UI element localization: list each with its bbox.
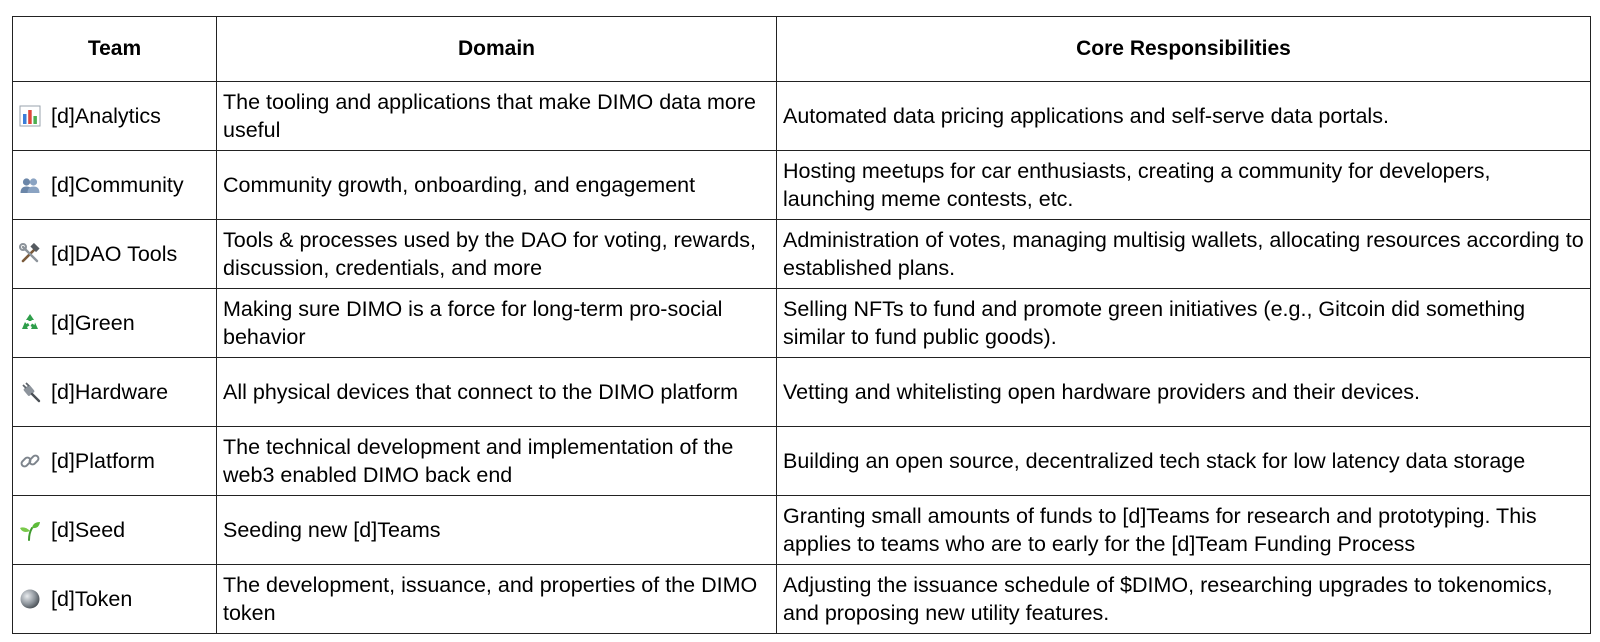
teams-table: Team Domain Core Responsibilities [d]Ana… — [12, 16, 1591, 634]
domain-cell: Tools & processes used by the DAO for vo… — [216, 219, 777, 289]
core-responsibilities-cell: Vetting and whitelisting open hardware p… — [776, 357, 1591, 427]
link-icon — [19, 450, 41, 472]
team-name: [d]Hardware — [51, 380, 169, 404]
domain-cell: The tooling and applications that make D… — [216, 81, 777, 151]
core-responsibilities-cell: Automated data pricing applications and … — [776, 81, 1591, 151]
team-cell: [d]Green — [12, 288, 217, 358]
header-domain: Domain — [216, 16, 777, 82]
table-row: [d]Platform The technical development an… — [12, 426, 1591, 496]
domain-cell: Seeding new [d]Teams — [216, 495, 777, 565]
table-row: [d]Hardware All physical devices that co… — [12, 357, 1591, 427]
team-cell: [d]Analytics — [12, 81, 217, 151]
domain-cell: Making sure DIMO is a force for long-ter… — [216, 288, 777, 358]
core-responsibilities-cell: Hosting meetups for car enthusiasts, cre… — [776, 150, 1591, 220]
team-name: [d]DAO Tools — [51, 242, 178, 266]
team-name: [d]Platform — [51, 449, 155, 473]
team-cell: [d]DAO Tools — [12, 219, 217, 289]
table-row: [d]Analytics The tooling and application… — [12, 81, 1591, 151]
table-row: [d]Community Community growth, onboardin… — [12, 150, 1591, 220]
domain-cell: Community growth, onboarding, and engage… — [216, 150, 777, 220]
coin-icon — [19, 588, 41, 610]
core-responsibilities-cell: Selling NFTs to fund and promote green i… — [776, 288, 1591, 358]
team-cell: [d]Platform — [12, 426, 217, 496]
domain-cell: All physical devices that connect to the… — [216, 357, 777, 427]
bar-chart-icon — [19, 105, 41, 127]
team-cell: [d]Seed — [12, 495, 217, 565]
plug-icon — [19, 381, 41, 403]
header-row: Team Domain Core Responsibilities — [12, 16, 1591, 82]
team-cell: [d]Hardware — [12, 357, 217, 427]
teams-table-container: Team Domain Core Responsibilities [d]Ana… — [12, 16, 1591, 634]
team-name: [d]Token — [51, 587, 133, 611]
header-core-responsibilities: Core Responsibilities — [776, 16, 1591, 82]
core-responsibilities-cell: Granting small amounts of funds to [d]Te… — [776, 495, 1591, 565]
team-cell: [d]Token — [12, 564, 217, 634]
domain-cell: The development, issuance, and propertie… — [216, 564, 777, 634]
core-responsibilities-cell: Building an open source, decentralized t… — [776, 426, 1591, 496]
team-cell: [d]Community — [12, 150, 217, 220]
table-row: [d]Seed Seeding new [d]Teams Granting sm… — [12, 495, 1591, 565]
team-name: [d]Analytics — [51, 104, 161, 128]
hammer-wrench-icon — [19, 243, 41, 265]
domain-cell: The technical development and implementa… — [216, 426, 777, 496]
people-icon — [19, 174, 41, 196]
core-responsibilities-cell: Administration of votes, managing multis… — [776, 219, 1591, 289]
team-name: [d]Community — [51, 173, 184, 197]
table-row: [d]Token The development, issuance, and … — [12, 564, 1591, 634]
team-name: [d]Green — [51, 311, 135, 335]
recycle-icon — [19, 312, 41, 334]
table-row: [d]Green Making sure DIMO is a force for… — [12, 288, 1591, 358]
team-name: [d]Seed — [51, 518, 126, 542]
table-row: [d]DAO Tools Tools & processes used by t… — [12, 219, 1591, 289]
header-team: Team — [12, 16, 217, 82]
seedling-icon — [19, 519, 41, 541]
core-responsibilities-cell: Adjusting the issuance schedule of $DIMO… — [776, 564, 1591, 634]
